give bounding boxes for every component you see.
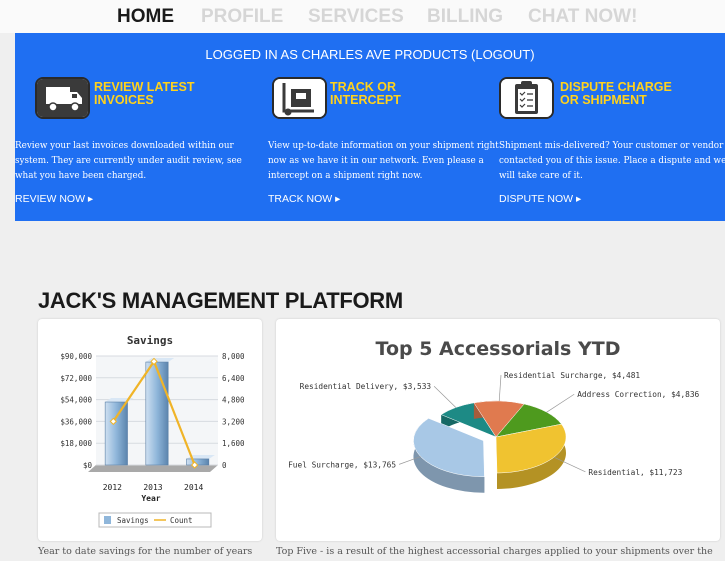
clipboard-checklist-icon[interactable] [499, 77, 554, 119]
hand-truck-icon[interactable] [272, 77, 327, 119]
pie-slice-label: Residential, $11,723 [588, 468, 682, 477]
y-right-tick: 1,600 [222, 439, 245, 448]
title-line: INTERCEPT [330, 93, 401, 107]
nav-profile[interactable]: PROFILE [201, 6, 283, 28]
pie-leader-line [546, 393, 575, 413]
title-line: INVOICES [94, 93, 154, 107]
x-axis-label: Year [141, 494, 160, 503]
legend-bar-swatch [104, 516, 111, 524]
nav-chat-now[interactable]: CHAT NOW! [528, 6, 637, 28]
logged-in-end: ) [530, 47, 535, 62]
pie-slice-label: Residential Delivery, $3,533 [300, 382, 432, 391]
platform-title: JACK'S MANAGEMENT PLATFORM [38, 288, 403, 313]
legend-count: Count [170, 516, 193, 525]
nav-billing[interactable]: BILLING [427, 6, 503, 28]
dispute-title: DISPUTE CHARGE OR SHIPMENT [560, 81, 672, 107]
logged-in-text: LOGGED IN AS CHARLES AVE PRODUCTS ( [205, 47, 476, 62]
pie-slice-label: Residential Surcharge, $4,481 [504, 371, 640, 380]
review-invoices-title: REVIEW LATEST INVOICES [94, 81, 194, 107]
y-right-tick: 4,800 [222, 396, 245, 405]
x-tick: 2012 [103, 483, 122, 492]
pie-leader-line [498, 375, 502, 402]
delivery-truck-icon[interactable] [35, 77, 90, 119]
x-tick: 2013 [143, 483, 162, 492]
savings-chart-title: Savings [127, 334, 173, 347]
pie-slice-label: Fuel Surcharge, $13,765 [288, 460, 396, 469]
pie-title: Top 5 Accessorials YTD [376, 338, 621, 360]
y-right-tick: 8,000 [222, 352, 245, 361]
accessorials-chart: Top 5 Accessorials YTD Residential Delive… [288, 338, 700, 493]
pie-leader-line [433, 385, 457, 408]
y-left-tick: $0 [83, 461, 93, 470]
y-left-tick: $18,000 [60, 439, 92, 448]
savings-footnote: Year to date savings for the number of y… [38, 546, 253, 557]
plot-floor [88, 465, 218, 472]
top-nav: HOME PROFILE SERVICES BILLING CHAT NOW! [0, 0, 725, 33]
review-invoices-desc: Review your last invoices downloaded wit… [15, 141, 242, 181]
track-intercept-desc: View up-to-date information on your ship… [268, 141, 499, 181]
y-left-tick: $72,000 [60, 374, 92, 383]
y-left-tick: $90,000 [60, 352, 92, 361]
nav-home[interactable]: HOME [117, 6, 174, 28]
logged-in-banner: LOGGED IN AS CHARLES AVE PRODUCTS (LOGOU… [15, 47, 725, 62]
dispute-desc: Shipment mis-delivered? Your customer or… [499, 141, 725, 181]
savings-bar [104, 401, 128, 466]
accessorials-footnote: Top Five - is a result of the highest ac… [276, 546, 713, 557]
y-right-tick: 0 [222, 461, 227, 470]
dispute-now-link[interactable]: DISPUTE NOW ▸ [499, 193, 581, 205]
savings-bar [145, 361, 169, 466]
y-left-tick: $36,000 [60, 417, 92, 426]
logout-link[interactable]: LOGOUT [475, 47, 530, 62]
action-band: LOGGED IN AS CHARLES AVE PRODUCTS (LOGOU… [15, 33, 725, 221]
track-intercept-title: TRACK OR INTERCEPT [330, 81, 401, 107]
nav-services[interactable]: SERVICES [308, 6, 404, 28]
savings-chart-card: Savings $90,000 $72,000 $54,000 $36,000 $18,0… [38, 319, 262, 541]
review-now-link[interactable]: REVIEW NOW ▸ [15, 193, 93, 205]
y-right-tick: 6,400 [222, 374, 245, 383]
accessorials-chart-card: Top 5 Accessorials YTD Residential Delive… [276, 319, 720, 541]
track-now-link[interactable]: TRACK NOW ▸ [268, 193, 340, 205]
savings-chart: Savings $90,000 $72,000 $54,000 $36,000 $18,0… [60, 334, 245, 528]
y-left-tick: $54,000 [60, 396, 92, 405]
title-line: OR SHIPMENT [560, 93, 647, 107]
y-right-tick: 3,200 [222, 417, 245, 426]
pie-slice-label: Address Correction, $4,836 [577, 390, 699, 399]
savings-bar [186, 458, 210, 466]
x-tick: 2014 [184, 483, 203, 492]
legend-savings: Savings [117, 516, 149, 525]
